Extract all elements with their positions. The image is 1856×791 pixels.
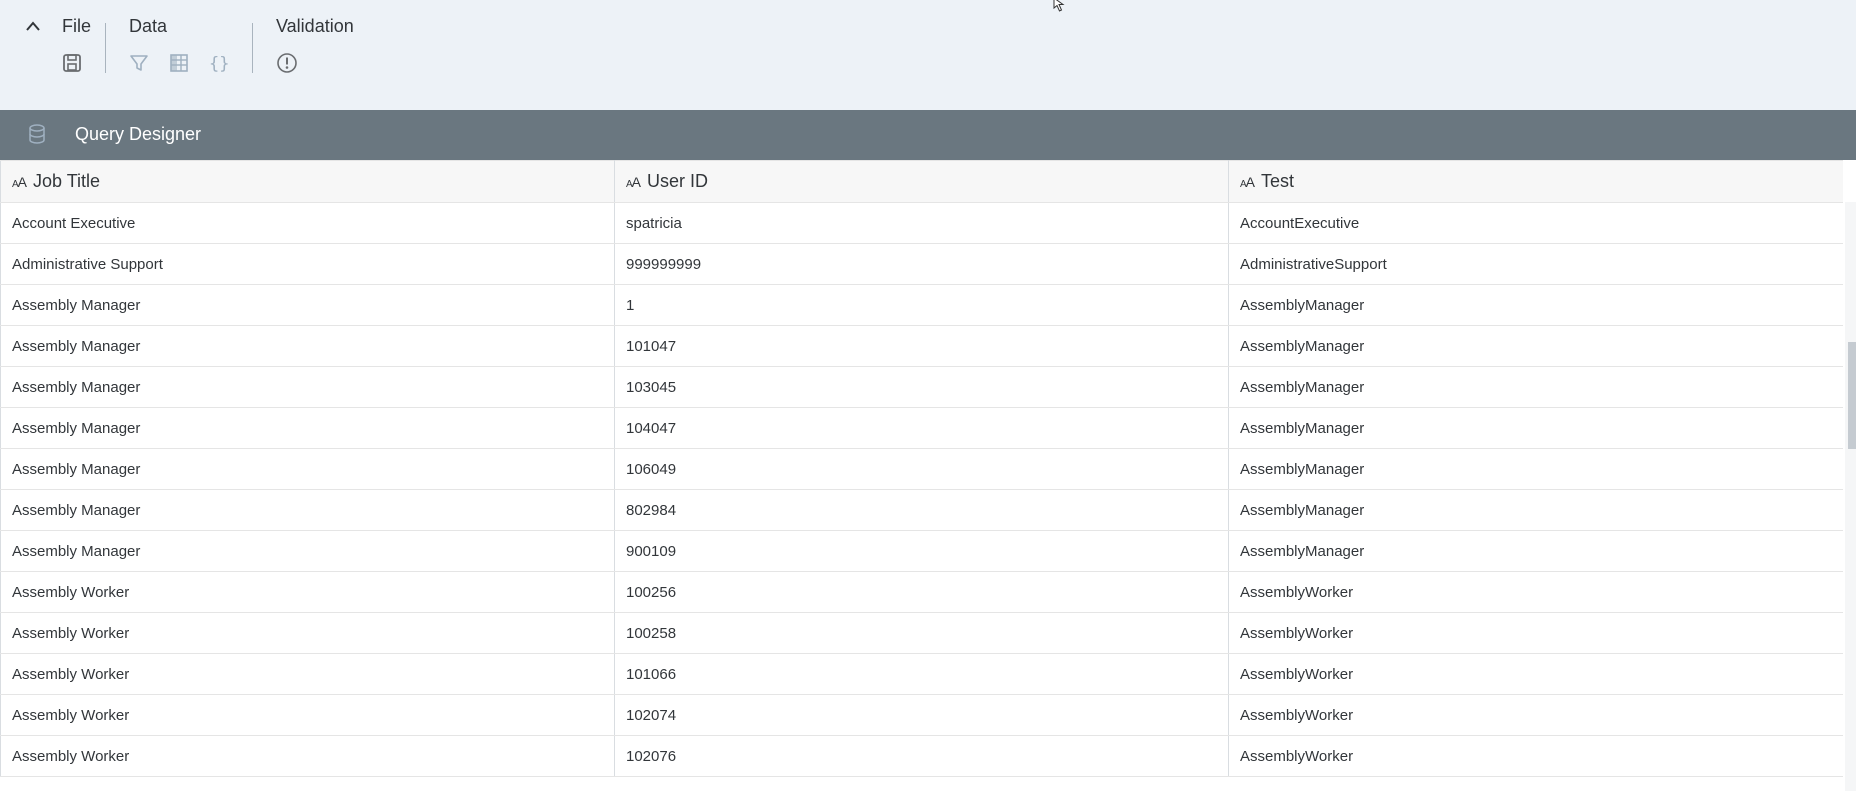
- cell-job-title[interactable]: Assembly Manager: [0, 530, 615, 572]
- cell-user-id[interactable]: 101047: [614, 325, 1229, 367]
- cell-test[interactable]: AssemblyWorker: [1228, 653, 1843, 695]
- svg-text:{}: {}: [209, 54, 229, 73]
- cell-user-id[interactable]: 106049: [614, 448, 1229, 490]
- collapse-toolbar-button[interactable]: [22, 15, 44, 37]
- cell-test[interactable]: AssemblyWorker: [1228, 612, 1843, 654]
- cell-job-title[interactable]: Administrative Support: [0, 243, 615, 285]
- cell-test[interactable]: AccountExecutive: [1228, 202, 1843, 244]
- table-row[interactable]: Account Executive spatricia AccountExecuti…: [0, 202, 1843, 244]
- table-row[interactable]: Assembly Manager 103045 AssemblyManager: [0, 366, 1843, 408]
- group-title-file: File: [62, 16, 92, 36]
- cell-job-title[interactable]: Assembly Worker: [0, 571, 615, 613]
- text-type-icon: AA: [12, 173, 27, 190]
- cell-job-title[interactable]: Assembly Worker: [0, 694, 615, 736]
- filter-button[interactable]: [129, 52, 169, 74]
- table-row[interactable]: Assembly Manager 101047 AssemblyManager: [0, 325, 1843, 367]
- table-row[interactable]: Assembly Manager 106049 AssemblyManager: [0, 448, 1843, 490]
- cell-job-title[interactable]: Assembly Manager: [0, 448, 615, 490]
- cell-job-title[interactable]: Assembly Manager: [0, 366, 615, 408]
- table-row[interactable]: Assembly Manager 1 AssemblyManager: [0, 284, 1843, 326]
- toolbar-separator: [105, 23, 106, 73]
- cell-test[interactable]: AssemblyWorker: [1228, 735, 1843, 777]
- text-type-icon: AA: [626, 173, 641, 190]
- panel-header: Query Designer: [0, 110, 1856, 160]
- cell-user-id[interactable]: 100258: [614, 612, 1229, 654]
- scrollbar-thumb[interactable]: [1848, 342, 1856, 449]
- cell-user-id[interactable]: 102074: [614, 694, 1229, 736]
- cell-job-title[interactable]: Assembly Manager: [0, 489, 615, 531]
- cell-test[interactable]: AssemblyManager: [1228, 448, 1843, 490]
- cell-job-title[interactable]: Assembly Worker: [0, 612, 615, 654]
- cell-job-title[interactable]: Assembly Manager: [0, 407, 615, 449]
- validate-button[interactable]: [276, 52, 316, 74]
- cell-job-title[interactable]: Assembly Manager: [0, 325, 615, 367]
- column-header-job-title[interactable]: AA Job Title: [0, 160, 615, 203]
- table-row[interactable]: Assembly Worker 100258 AssemblyWorker: [0, 612, 1843, 654]
- cell-user-id[interactable]: 999999999: [614, 243, 1229, 285]
- table-row[interactable]: Assembly Manager 900109 AssemblyManager: [0, 530, 1843, 572]
- cell-user-id[interactable]: 1: [614, 284, 1229, 326]
- text-type-icon: AA: [1240, 173, 1255, 190]
- cell-test[interactable]: AssemblyManager: [1228, 489, 1843, 531]
- vertical-scrollbar[interactable]: [1845, 202, 1856, 791]
- data-table: AA Job Title AA User ID AA Test Account …: [0, 160, 1843, 777]
- cell-user-id[interactable]: 100256: [614, 571, 1229, 613]
- cell-user-id[interactable]: spatricia: [614, 202, 1229, 244]
- table-row[interactable]: Administrative Support 999999999 Administr…: [0, 243, 1843, 285]
- save-button[interactable]: [62, 52, 102, 74]
- toolbar: File Data {} Validation: [0, 0, 1856, 110]
- validation-warning-icon: [277, 53, 297, 73]
- table-body: Account Executive spatricia AccountExecuti…: [0, 202, 1843, 777]
- group-title-validation: Validation: [276, 16, 354, 36]
- table-row[interactable]: Assembly Manager 802984 AssemblyManager: [0, 489, 1843, 531]
- cell-user-id[interactable]: 900109: [614, 530, 1229, 572]
- data-grid: AA Job Title AA User ID AA Test Account …: [0, 160, 1843, 791]
- panel-title: Query Designer: [75, 124, 202, 144]
- column-header-label: Test: [1261, 171, 1295, 191]
- filter-icon: [130, 55, 148, 71]
- column-header-test[interactable]: AA Test: [1228, 160, 1843, 203]
- cell-job-title[interactable]: Assembly Manager: [0, 284, 615, 326]
- formula-icon: {}: [209, 54, 229, 73]
- chevron-up-icon: [26, 21, 40, 31]
- table-row[interactable]: Assembly Worker 102074 AssemblyWorker: [0, 694, 1843, 736]
- cell-job-title[interactable]: Account Executive: [0, 202, 615, 244]
- table-row[interactable]: Assembly Manager 104047 AssemblyManager: [0, 407, 1843, 449]
- column-header-label: User ID: [647, 171, 709, 191]
- cell-test[interactable]: AssemblyWorker: [1228, 694, 1843, 736]
- table-row[interactable]: Assembly Worker 100256 AssemblyWorker: [0, 571, 1843, 613]
- cell-user-id[interactable]: 102076: [614, 735, 1229, 777]
- cell-test[interactable]: AdministrativeSupport: [1228, 243, 1843, 285]
- cell-test[interactable]: AssemblyManager: [1228, 325, 1843, 367]
- cell-test[interactable]: AssemblyWorker: [1228, 571, 1843, 613]
- cell-user-id[interactable]: 103045: [614, 366, 1229, 408]
- formula-button[interactable]: {}: [209, 52, 249, 74]
- cell-user-id[interactable]: 104047: [614, 407, 1229, 449]
- cell-test[interactable]: AssemblyManager: [1228, 530, 1843, 572]
- column-header-label: Job Title: [33, 171, 101, 191]
- cell-job-title[interactable]: Assembly Worker: [0, 653, 615, 695]
- table-row[interactable]: Assembly Worker 102076 AssemblyWorker: [0, 735, 1843, 777]
- column-header-user-id[interactable]: AA User ID: [614, 160, 1229, 203]
- table-view-button[interactable]: [169, 52, 209, 74]
- table-row[interactable]: Assembly Worker 101066 AssemblyWorker: [0, 653, 1843, 695]
- cell-user-id[interactable]: 802984: [614, 489, 1229, 531]
- cell-job-title[interactable]: Assembly Worker: [0, 735, 615, 777]
- cell-user-id[interactable]: 101066: [614, 653, 1229, 695]
- cell-test[interactable]: AssemblyManager: [1228, 407, 1843, 449]
- save-icon: [63, 54, 81, 72]
- cell-test[interactable]: AssemblyManager: [1228, 284, 1843, 326]
- toolbar-separator: [252, 23, 253, 73]
- group-title-data: Data: [129, 16, 168, 36]
- database-icon: [29, 124, 45, 144]
- table-header-row: AA Job Title AA User ID AA Test: [0, 160, 1843, 203]
- table-view-icon: [170, 54, 188, 72]
- cell-test[interactable]: AssemblyManager: [1228, 366, 1843, 408]
- mouse-cursor-icon: [1053, 0, 1065, 12]
